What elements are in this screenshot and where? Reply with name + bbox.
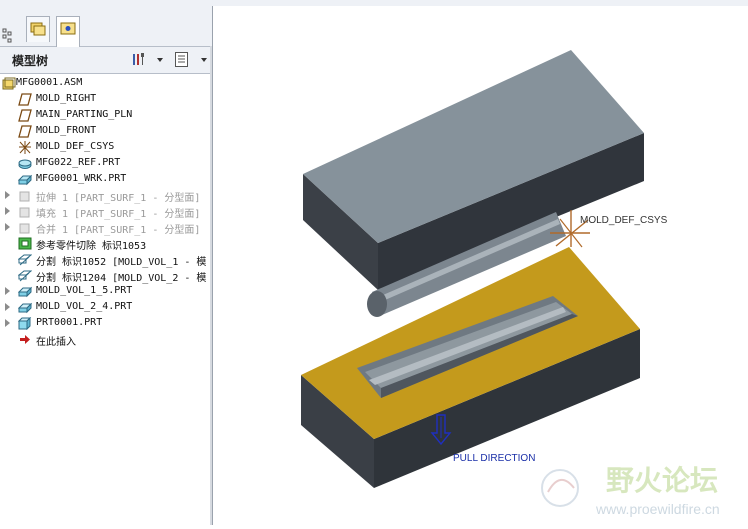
watermark-url: www.proewildfire.cn [595, 501, 720, 517]
mold-volume-icon [17, 301, 33, 314]
watermark-title: 野火论坛 [606, 465, 718, 496]
tree-item[interactable]: 在此插入 [0, 332, 210, 348]
panel-title: 模型树 [12, 54, 49, 68]
show-dropdown-icon[interactable] [201, 58, 207, 62]
expand-arrow-icon[interactable] [5, 223, 10, 231]
ref-part-icon [18, 157, 32, 170]
tree-item-label: 在此插入 [36, 337, 76, 348]
expand-arrow-icon[interactable] [5, 191, 10, 199]
tree-item-label: MFG0001_WRK.PRT [36, 173, 127, 184]
tree-item[interactable]: MFG0001_WRK.PRT [0, 172, 210, 188]
tree-item[interactable]: MOLD_FRONT [0, 124, 210, 140]
tree-item[interactable]: MOLD_VOL_2_4.PRT [0, 300, 210, 316]
datum-plane-icon [18, 93, 32, 106]
datum-plane-icon [18, 109, 32, 122]
tree-item-label: 参考零件切除 标识1053 [36, 241, 147, 252]
fill-icon [18, 205, 32, 218]
show-filter-icon[interactable] [174, 51, 190, 68]
tree-item-label: MOLD_DEF_CSYS [36, 141, 115, 152]
insert-here-icon [18, 333, 32, 346]
tree-item-label: MOLD_RIGHT [36, 93, 97, 104]
graphics-viewport[interactable]: 野火论坛 www.proewildfire.cn MOLD_DEF_CSYS P… [213, 6, 748, 525]
mold-volume-icon [17, 285, 33, 298]
tree-item[interactable]: MFG022_REF.PRT [0, 156, 210, 172]
csys-label: MOLD_DEF_CSYS [580, 215, 668, 226]
tree-item[interactable]: MOLD_VOL_1_5.PRT [0, 284, 210, 300]
tree-item-label: 分割 标识1204 [MOLD_VOL_2 - 模 [36, 273, 207, 284]
expand-arrow-icon[interactable] [5, 207, 10, 215]
tree-item-label: 合并 1 [PART_SURF_1 - 分型面] [36, 225, 201, 236]
tree-item-label: MAIN_PARTING_PLN [36, 109, 133, 120]
assembly-icon [2, 77, 16, 90]
csys-icon [18, 141, 32, 154]
tree-item[interactable]: 分割 标识1052 [MOLD_VOL_1 - 模 [0, 252, 210, 268]
tree-item[interactable]: 合并 1 [PART_SURF_1 - 分型面] [0, 220, 210, 236]
tree-item-label: PRT0001.PRT [36, 317, 103, 328]
tree-item-label: 填充 1 [PART_SURF_1 - 分型面] [36, 209, 201, 220]
tab-folder-browser[interactable] [26, 16, 50, 42]
bottom-mold-volume[interactable] [301, 247, 640, 488]
workpiece-icon [17, 173, 33, 186]
tree-item[interactable]: 参考零件切除 标识1053 [0, 236, 210, 252]
tree-item-label: 分割 标识1052 [MOLD_VOL_1 - 模 [36, 257, 207, 268]
tree-item-label: 拉伸 1 [PART_SURF_1 - 分型面] [36, 193, 201, 204]
tree-item-label: MOLD_FRONT [36, 125, 97, 136]
tree-item[interactable]: MOLD_RIGHT [0, 92, 210, 108]
settings-dropdown-icon[interactable] [157, 58, 163, 62]
tree-item[interactable]: MFG0001.ASM [0, 76, 210, 92]
watermark: 野火论坛 www.proewildfire.cn [541, 465, 720, 517]
tree-item-label: MFG0001.ASM [16, 77, 83, 88]
tree-item-label: MOLD_VOL_2_4.PRT [36, 301, 133, 312]
split-icon [17, 269, 33, 282]
expand-arrow-icon[interactable] [5, 303, 10, 311]
split-icon [17, 253, 33, 266]
tree-item[interactable]: MOLD_DEF_CSYS [0, 140, 210, 156]
pull-direction-label: PULL DIRECTION [453, 453, 535, 464]
tree-item-label: MFG022_REF.PRT [36, 157, 121, 168]
folder-stack-icon [30, 22, 46, 36]
tab-favorites[interactable] [56, 16, 80, 47]
datum-plane-icon [18, 125, 32, 138]
tree-item[interactable]: 填充 1 [PART_SURF_1 - 分型面] [0, 204, 210, 220]
tree-item[interactable]: 拉伸 1 [PART_SURF_1 - 分型面] [0, 188, 210, 204]
tree-item-label: MOLD_VOL_1_5.PRT [36, 285, 133, 296]
tree-item[interactable]: PRT0001.PRT [0, 316, 210, 332]
panel-splitter[interactable] [210, 46, 212, 525]
expand-arrow-icon[interactable] [5, 287, 10, 295]
part-icon [17, 316, 32, 331]
model-tree-header: 模型树 [0, 47, 212, 74]
navigator-tabs [0, 6, 212, 47]
navigator-drag-icon[interactable] [2, 28, 14, 44]
mold-3d-view[interactable]: 野火论坛 www.proewildfire.cn MOLD_DEF_CSYS P… [213, 6, 748, 525]
tree-item[interactable]: 分割 标识1204 [MOLD_VOL_2 - 模 [0, 268, 210, 284]
folder-star-icon [60, 22, 76, 35]
extrude-icon [18, 189, 32, 202]
settings-icon[interactable] [131, 51, 147, 67]
merge-icon [18, 221, 32, 234]
tree-item[interactable]: MAIN_PARTING_PLN [0, 108, 210, 124]
cutout-icon [18, 237, 32, 250]
expand-arrow-icon[interactable] [5, 319, 10, 327]
